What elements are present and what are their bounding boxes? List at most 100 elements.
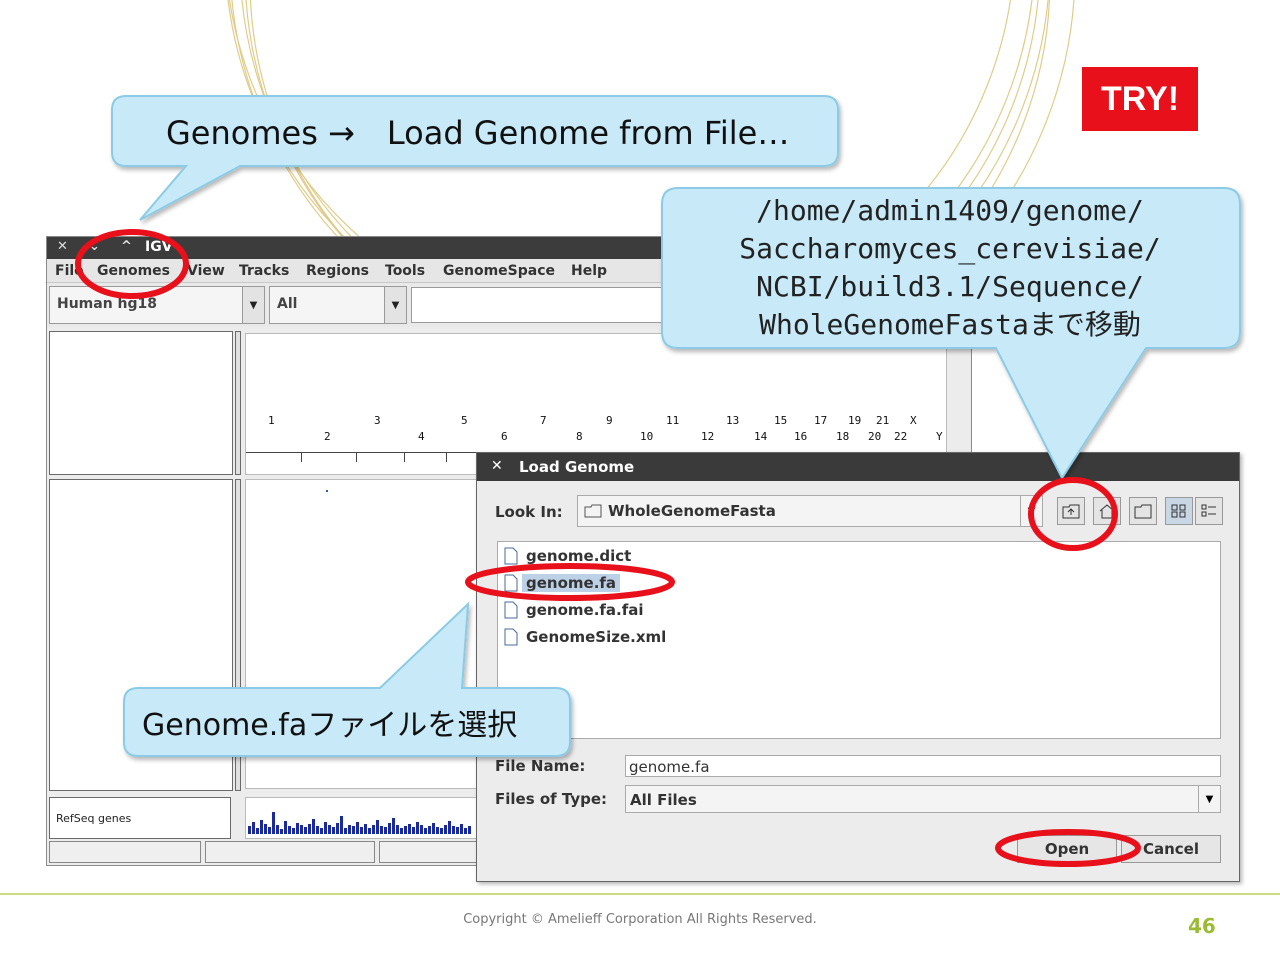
gene-density-histogram	[248, 812, 471, 834]
file-name: genome.fa.fai	[526, 601, 644, 619]
gene-density-bar	[256, 828, 259, 834]
file-item-genome-dict[interactable]: genome.dict	[504, 545, 631, 567]
menu-genomes[interactable]: Genomes	[97, 263, 170, 279]
file-name-value: genome.fa	[629, 758, 710, 776]
up-one-level-button[interactable]	[1057, 497, 1085, 525]
gene-density-bar	[380, 826, 383, 834]
details-view-button[interactable]	[1195, 497, 1223, 525]
chromosome-label[interactable]: 11	[666, 414, 679, 427]
chromosome-label[interactable]: 2	[324, 430, 331, 443]
file-icon	[504, 574, 518, 592]
open-button[interactable]: Open	[1017, 835, 1117, 863]
load-genome-dialog: ✕ Load Genome Look In: WholeGenomeFasta …	[476, 452, 1240, 882]
gene-density-bar	[448, 821, 451, 834]
chromosome-label[interactable]: 16	[794, 430, 807, 443]
gene-density-bar	[404, 826, 407, 834]
chromosome-label[interactable]: 7	[540, 414, 547, 427]
gene-density-bar	[320, 828, 323, 834]
file-item-genomesize-xml[interactable]: GenomeSize.xml	[504, 626, 666, 648]
gene-density-bar	[440, 828, 443, 834]
ruler-tick	[446, 452, 447, 462]
chromosome-label[interactable]: 20	[868, 430, 881, 443]
file-icon	[504, 547, 518, 565]
file-icon	[504, 628, 518, 646]
gene-density-bar	[420, 825, 423, 834]
file-type-label: Files of Type:	[495, 790, 608, 808]
gene-density-bar	[408, 824, 411, 834]
file-name: genome.dict	[526, 547, 632, 565]
new-folder-button[interactable]	[1129, 497, 1157, 525]
chromosome-label[interactable]: 22	[894, 430, 907, 443]
chromosome-dropdown[interactable]: All ▼	[269, 286, 407, 324]
cancel-button[interactable]: Cancel	[1121, 835, 1221, 863]
chromosome-label[interactable]: 5	[461, 414, 468, 427]
ruler-tick	[404, 452, 405, 462]
menu-step-text: Genomes → Load Genome from File…	[166, 114, 790, 152]
igv-window-title: IGV	[145, 239, 173, 255]
file-type-dropdown[interactable]: All Files ▼	[625, 785, 1221, 813]
chromosome-label[interactable]: 12	[701, 430, 714, 443]
chromosome-label[interactable]: 3	[374, 414, 381, 427]
chromosome-label[interactable]: 4	[418, 430, 425, 443]
list-view-icon	[1171, 504, 1186, 518]
list-view-button[interactable]	[1165, 497, 1193, 525]
menu-regions[interactable]: Regions	[306, 263, 369, 279]
menu-file[interactable]: File	[55, 263, 84, 279]
file-item-genome-fa[interactable]: genome.fa	[504, 572, 621, 594]
file-name-input[interactable]: genome.fa	[625, 755, 1221, 777]
file-name: genome.fa	[522, 574, 621, 592]
menu-help[interactable]: Help	[571, 263, 607, 279]
chromosome-label[interactable]: 19	[848, 414, 861, 427]
look-in-dropdown[interactable]: WholeGenomeFasta ▼	[577, 495, 1043, 527]
chromosome-label[interactable]: 8	[576, 430, 583, 443]
gene-density-bar	[308, 824, 311, 834]
gene-density-bar	[388, 823, 391, 834]
gene-density-bar	[272, 812, 275, 834]
gene-density-bar	[392, 818, 395, 834]
file-list[interactable]: genome.dict genome.fa genome.fa.fai Geno…	[497, 541, 1221, 739]
genome-dropdown[interactable]: Human hg18 ▼	[49, 286, 265, 324]
menu-tools[interactable]: Tools	[385, 263, 425, 279]
gene-density-bar	[312, 819, 315, 834]
close-icon[interactable]: ✕	[57, 239, 68, 254]
header-name-panel	[49, 331, 233, 475]
close-icon[interactable]: ✕	[491, 458, 503, 474]
menu-genomespace[interactable]: GenomeSpace	[443, 263, 555, 279]
gene-density-bar	[396, 825, 399, 834]
status-cell	[379, 841, 479, 863]
path-line: /home/admin1409/genome/	[756, 194, 1144, 227]
file-item-genome-fa-fai[interactable]: genome.fa.fai	[504, 599, 644, 621]
minimize-icon[interactable]: ⌄	[89, 239, 100, 254]
gene-density-bar	[264, 824, 267, 834]
gene-density-bar	[360, 827, 363, 834]
gene-density-bar	[296, 823, 299, 834]
gene-density-bar	[444, 825, 447, 834]
gene-density-bar	[456, 827, 459, 834]
chevron-down-icon: ▼	[1198, 786, 1220, 812]
chromosome-label[interactable]: 21	[876, 414, 889, 427]
gene-density-bar	[460, 824, 463, 834]
home-button[interactable]	[1093, 497, 1121, 525]
chromosome-label[interactable]: 6	[501, 430, 508, 443]
maximize-icon[interactable]: ^	[121, 239, 132, 254]
gene-density-bar	[288, 826, 291, 834]
data-name-panel	[49, 479, 233, 791]
chromosome-label[interactable]: 10	[640, 430, 653, 443]
chromosome-label[interactable]: X	[910, 414, 917, 427]
chromosome-label[interactable]: Y	[936, 430, 943, 443]
gene-density-bar	[252, 822, 255, 834]
chromosome-label[interactable]: 13	[726, 414, 739, 427]
menu-view[interactable]: View	[187, 263, 225, 279]
chromosome-label[interactable]: 9	[606, 414, 613, 427]
gene-density-bar	[464, 828, 467, 834]
chromosome-label[interactable]: 18	[836, 430, 849, 443]
chromosome-label[interactable]: 1	[268, 414, 275, 427]
gene-density-bar	[436, 827, 439, 834]
chromosome-label[interactable]: 14	[754, 430, 767, 443]
chromosome-label[interactable]: 17	[814, 414, 827, 427]
chromosome-label[interactable]: 15	[774, 414, 787, 427]
dialog-title: Load Genome	[519, 458, 635, 476]
gene-density-bar	[292, 828, 295, 834]
menu-tracks[interactable]: Tracks	[239, 263, 289, 279]
gene-density-bar	[316, 826, 319, 834]
